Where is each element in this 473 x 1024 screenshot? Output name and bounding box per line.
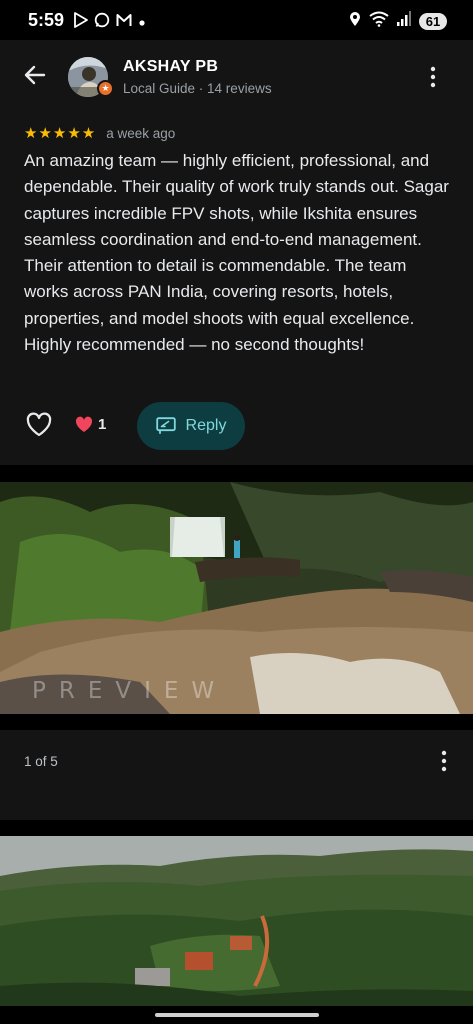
signal-icon bbox=[397, 11, 411, 32]
review-card: ★ AKSHAY PB Local Guide · 14 reviews ★★★… bbox=[0, 40, 473, 465]
gesture-nav-handle[interactable] bbox=[155, 1013, 319, 1017]
more-options-button[interactable] bbox=[421, 62, 445, 92]
gmail-icon bbox=[116, 13, 132, 30]
photo-footer: 1 of 5 bbox=[0, 730, 473, 820]
likes-count: 1 bbox=[75, 416, 106, 433]
star-rating: ★★★★★ bbox=[24, 125, 97, 142]
location-icon bbox=[349, 11, 361, 32]
preview-watermark: PREVIEW bbox=[32, 678, 228, 704]
reviewer-meta: Local Guide · 14 reviews bbox=[123, 81, 272, 96]
back-button[interactable] bbox=[22, 62, 48, 88]
review-text: An amazing team — highly efficient, prof… bbox=[24, 151, 449, 355]
likes-number: 1 bbox=[98, 416, 107, 433]
review-photo-aerial[interactable] bbox=[0, 836, 473, 1006]
more-vert-icon bbox=[441, 750, 447, 772]
dot-icon bbox=[138, 14, 146, 30]
reply-icon bbox=[155, 417, 176, 434]
review-date: a week ago bbox=[106, 125, 176, 141]
more-vert-icon bbox=[430, 66, 436, 88]
reply-label: Reply bbox=[185, 417, 227, 434]
heart-outline-icon bbox=[26, 412, 52, 437]
reply-button[interactable]: Reply bbox=[137, 402, 245, 450]
status-bar: 5:59 61 bbox=[0, 0, 473, 40]
system-icons: 61 bbox=[349, 11, 447, 32]
wifi-icon bbox=[369, 11, 389, 32]
local-guide-badge-icon: ★ bbox=[97, 80, 114, 97]
rating-row: ★★★★★ a week ago bbox=[24, 124, 175, 142]
aerial-image bbox=[0, 836, 473, 1006]
arrow-back-icon bbox=[24, 65, 46, 85]
notification-icons bbox=[74, 12, 146, 31]
status-time: 5:59 bbox=[28, 10, 65, 30]
reviewer-name[interactable]: AKSHAY PB bbox=[123, 58, 218, 76]
photo-more-options-button[interactable] bbox=[432, 748, 456, 774]
play-store-icon bbox=[74, 12, 88, 31]
photo-counter: 1 of 5 bbox=[24, 754, 58, 769]
heart-filled-icon bbox=[75, 416, 93, 432]
whatsapp-icon bbox=[94, 12, 110, 31]
battery-indicator: 61 bbox=[419, 13, 447, 30]
review-photo-waterfall[interactable]: PREVIEW bbox=[0, 482, 473, 714]
like-button[interactable] bbox=[24, 410, 54, 440]
